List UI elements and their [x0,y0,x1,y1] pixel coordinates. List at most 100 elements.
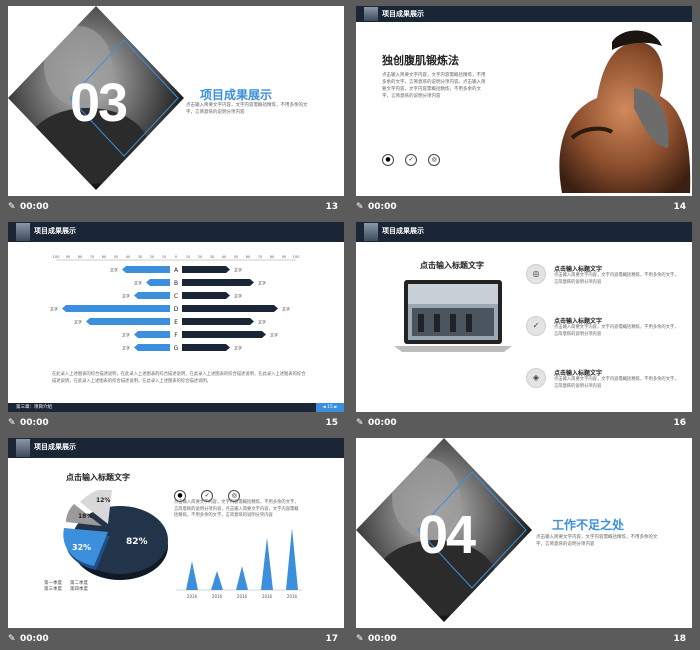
bar-right-F [182,331,266,338]
axis-tick: 40 [222,255,227,259]
spike-0 [186,561,198,590]
feature-icon: ◎ [526,264,546,284]
bar-right-B [182,279,254,286]
slide-16[interactable]: 项目成果展示 点击输入标题文字 ◎ 点击输入标题文字 点击输入简要文字内容，文字内容… [356,222,692,412]
bar-right-text: 文字 [258,280,266,286]
axis-tick: 100 [53,255,61,259]
feature-title: 点击输入标题文字 [554,370,603,377]
bar-right-text: 文字 [234,345,242,351]
spike-4 [286,528,298,590]
slide-number: 17 [325,634,338,644]
slide-number: 18 [673,634,686,644]
row-label: B [174,280,178,287]
target-icon: ◎ [428,154,441,166]
axis-tick: 20 [198,255,203,259]
feature-icons: ● ✓ ◎ [382,146,441,166]
slide-time: 00:00 [20,418,49,428]
legend-q4: 第四季度 [70,587,88,592]
slide-text: 点击输入简要文字内容，文字内容需概括精炼，不用多余的文字，言简意赅的说明分项内容… [174,500,299,518]
axis-tick: 40 [126,255,131,259]
slide-18-footer: ✎ 00:00 18 [356,630,692,650]
bar-left-text: 文字 [122,293,130,299]
bar-right-text: 文字 [270,332,278,338]
row-label: E [174,319,178,326]
chart-icon: ✓ [405,154,418,166]
slide-time: 00:00 [20,634,49,644]
header-title: 项目成果展示 [382,227,424,235]
spike-1 [211,570,223,590]
speaker-icon: ✎ [356,202,364,212]
bar-left-text: 文字 [50,306,58,312]
spike-label: 2016 [187,594,198,599]
pie-label-18: 18% [78,513,92,520]
section-number: 03 [70,73,128,133]
slide-14[interactable]: 项目成果展示 独创腹肌锻炼法 点击输入简要文字内容，文字内容需概括精炼，不用多余… [356,6,692,196]
bar-right-text: 文字 [234,293,242,299]
bar-left-A [122,266,170,273]
pie-label-12: 12% [96,497,110,504]
header-title: 项目成果展示 [34,227,76,235]
slide-18[interactable]: 04 工作不足之处 点击输入简要文字内容，文字内容需概括精炼，不用多余的文字，言… [356,438,692,628]
bar-left-F [134,331,170,338]
header-thumbnail [364,7,378,21]
axis-tick: 10 [186,255,191,259]
spike-2 [236,566,248,590]
speaker-icon: ✎ [356,418,364,428]
slide-time: 00:00 [20,202,49,212]
lock-icon: ● [382,154,394,166]
row-label: C [174,293,178,300]
slide-15[interactable]: 项目成果展示 100 90 80 70 60 50 40 30 20 10 0 10 20 30 40 50 6… [8,222,344,412]
axis-tick: 0 [175,255,178,259]
bar-left-text: 文字 [134,280,142,286]
header-thumbnail [364,223,378,241]
slide-text: 点击输入简要文字内容，文字内容需概括精炼，不用多余的文字，言简意赅的说明分项内容… [382,73,486,99]
row-label: F [174,332,178,339]
slide-number: 15 [325,418,338,428]
header-thumbnail [16,439,30,457]
slide-14-footer: ✎ 00:00 14 [356,198,692,218]
slide-heading: 点击输入标题文字 [420,261,484,270]
page-nav[interactable]: ◄ 15 ► [316,403,344,412]
bar-left-text: 文字 [122,332,130,338]
axis-tick: 70 [90,255,95,259]
axis-tick: 70 [258,255,263,259]
slide-13-image [8,6,184,190]
axis-tick: 30 [210,255,215,259]
header-thumbnail [16,223,30,241]
spike-3 [261,537,273,590]
section-text: 点击输入简要文字内容，文字内容需概括精炼，不用多余的文字，言简意赅的说明分项内容 [536,535,658,547]
slide-17[interactable]: 项目成果展示 点击输入标题文字 82% 32% 18% 12% 第一季度 第二季度… [8,438,344,628]
section-title: 项目成果展示 [200,88,273,102]
slide-13[interactable]: 03 项目成果展示 点击输入简要文字内容，文字内容需概括精炼，不用多余的文字，言… [8,6,344,196]
axis-tick: 80 [270,255,275,259]
row-label: A [174,267,179,274]
bar-left-text: 文字 [74,319,82,325]
chapter-label: 第三章：项目介绍 [16,405,52,410]
spike-label: 2016 [287,594,298,599]
axis-tick: 10 [162,255,167,259]
slide-time: 00:00 [368,634,397,644]
slide-bottom-bar: 第三章：项目介绍 ◄ 15 ► [8,403,344,412]
bar-left-B [146,279,170,286]
slide-heading: 独创腹肌锻炼法 [382,54,459,67]
feature-icons: ● ✓ ◎ [174,482,241,502]
slide-number: 14 [673,202,686,212]
axis-tick: 90 [66,255,71,259]
pie-chart: 82% 32% 18% 12% [63,490,168,580]
header-title: 项目成果展示 [382,10,424,18]
bar-left-C [134,292,170,299]
speaker-icon: ✎ [8,202,16,212]
legend-q3: 第三季度 [44,587,62,592]
spike-label: 2016 [262,594,273,599]
feature-title: 点击输入标题文字 [554,266,603,273]
pie-label-32: 32% [72,543,91,552]
axis-tick: 100 [293,255,301,259]
tornado-chart: 100 90 80 70 60 50 40 30 20 10 0 10 20 30 40 50 60 70 80 90… [50,255,301,352]
slide-time: 00:00 [368,418,397,428]
pie-legend: 第一季度 第二季度 第三季度 第四季度 [44,580,104,592]
feature-title: 点击输入标题文字 [554,318,603,325]
chart-caption: 在此录入上述图表的综合描述说明，在此录入上述图表的综合描述说明，在此录入上述图表… [52,372,306,384]
bar-left-text: 文字 [110,267,118,273]
spike-label: 2016 [212,594,223,599]
slide-time: 00:00 [368,202,397,212]
